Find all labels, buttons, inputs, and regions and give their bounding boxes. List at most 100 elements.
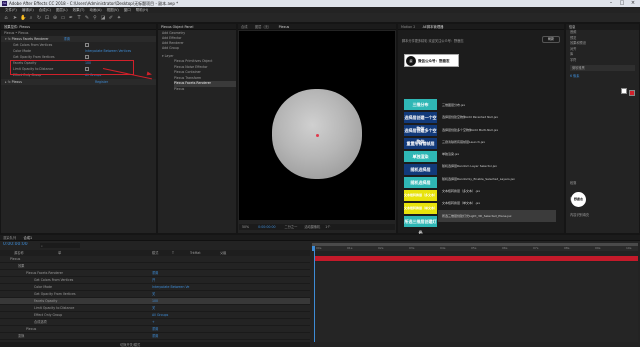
selection-tool-icon[interactable]: ➤	[12, 15, 18, 21]
current-time-indicator[interactable]	[314, 246, 315, 342]
hand-tool-icon[interactable]: ✋	[20, 15, 26, 21]
viewer-canvas[interactable]	[239, 31, 395, 220]
stroke-color-swatch[interactable]	[629, 90, 635, 96]
tab-layer-none[interactable]: 图层（无）	[252, 24, 274, 30]
checkbox-icon[interactable]	[85, 55, 89, 59]
script-button-8[interactable]: 文本框转换层（多文本）	[404, 190, 437, 201]
maximize-icon[interactable]: □	[617, 0, 627, 7]
script-file-item[interactable]: 三维图层分布.jsx	[438, 99, 556, 111]
effect-prop-label: Color Mode	[13, 49, 32, 53]
layer-duration-bar[interactable]	[314, 256, 638, 261]
timeline-timecode[interactable]: 0:00:00:00	[3, 242, 28, 247]
font-family-field[interactable]: 微软雅黑	[570, 65, 635, 71]
timeline-row-value[interactable]: Interpolate Between Ve	[152, 284, 189, 290]
fill-color-swatch[interactable]	[621, 88, 627, 94]
timeline-row[interactable]: 合成选项 +	[0, 319, 310, 326]
viewer-timecode[interactable]: 0:00:00:00	[258, 225, 275, 229]
script-file-item[interactable]: 三键清除所有错帧层Launch.jsx	[438, 136, 556, 148]
timeline-row[interactable]: Plexus	[0, 256, 310, 263]
script-file-item[interactable]: 单独渲染.jsx	[438, 148, 556, 160]
script-button-5[interactable]: 单独渲染	[404, 151, 437, 162]
timeline-row[interactable]: 变换 重置	[0, 333, 310, 340]
timeline-row[interactable]: Get Opacity From Vertices 关	[0, 291, 310, 298]
pen-tool-icon[interactable]: ✒	[68, 15, 74, 21]
script-file-item[interactable]: 文本框转换层（单文本）.jsx	[438, 197, 556, 209]
stamp-tool-icon[interactable]: ⚲	[92, 15, 98, 21]
effect-reset-link[interactable]: 重置	[64, 37, 70, 41]
timeline-row-value[interactable]: 重置	[152, 270, 158, 276]
timeline-row[interactable]: Plexus 重置	[0, 326, 310, 333]
script-button-1[interactable]: 三维分布	[404, 99, 437, 110]
timeline-row-value[interactable]: 重置	[152, 333, 158, 339]
tab-motion2[interactable]: Motion 2	[398, 24, 418, 30]
script-file-item[interactable]: 随机选择层Randomly_Enable_Selected_Layers.jsx	[438, 173, 556, 185]
action-add-group[interactable]: Add Group	[162, 46, 236, 51]
script-button-2[interactable]: 选择层创建一个空物体	[404, 112, 437, 131]
font-size-field[interactable]: 6 像素	[570, 73, 600, 79]
timeline-row-value[interactable]: 关	[152, 291, 155, 297]
camera-tool-icon[interactable]: ⊡	[44, 15, 50, 21]
script-file-item[interactable]: 选择层创建多个空物体Add Multi-Null.jsx	[438, 124, 556, 136]
script-file-item[interactable]: 所选三维层创建灯光Light_3D_Selected_Plane.jsx	[438, 209, 556, 222]
search-icon: ⌕	[41, 244, 43, 248]
viewer-zoom[interactable]: 50%	[242, 225, 249, 229]
rectangle-tool-icon[interactable]: ▭	[60, 15, 66, 21]
timeline-row[interactable]: Color Mode Interpolate Between Ve	[0, 284, 310, 291]
eraser-tool-icon[interactable]: ◪	[100, 15, 106, 21]
zoom-tool-icon[interactable]: ⌕	[28, 15, 34, 21]
tab-composition[interactable]: 合成	[238, 24, 251, 30]
timeline-row[interactable]: 效果	[0, 263, 310, 270]
tab-plexus-object-panel[interactable]: Plexus Object Panel	[158, 24, 196, 30]
viewer-views[interactable]: 1个	[325, 225, 330, 229]
timeline-row-value[interactable]: 100	[152, 298, 158, 304]
timeline-row[interactable]: Get Colors From Vertices 开	[0, 277, 310, 284]
plexus-effect-row[interactable]: ▸ fx Plexus Register	[1, 79, 156, 85]
script-button-4[interactable]: 重置所有错帧层	[404, 138, 437, 149]
script-file-item[interactable]: 文本框转换层（多文本）.jsx	[438, 185, 556, 197]
highlight-annotation-box	[10, 60, 134, 75]
checkbox-icon[interactable]	[85, 43, 89, 47]
timeline-row-value[interactable]: All Groups	[152, 312, 168, 318]
timeline-row[interactable]: Facets Opacity 100	[0, 298, 310, 305]
close-icon[interactable]: ×	[628, 0, 638, 7]
timeline-row[interactable]: Effect Only Group All Groups	[0, 312, 310, 319]
tab-plexus-comp[interactable]: Plexus	[276, 24, 293, 30]
tab-render-queue[interactable]: 渲染队列	[0, 235, 19, 241]
home-icon[interactable]: ⌂	[3, 15, 9, 21]
tree-item-plexus[interactable]: Plexus	[174, 87, 236, 93]
pan-behind-icon[interactable]: ⊕	[52, 15, 58, 21]
layer-tree: Plexus Primitives Object Plexus Noise Eff…	[158, 59, 236, 92]
viewer-quality[interactable]: 二分之一	[285, 225, 298, 229]
plexus-register-link[interactable]: Register	[95, 79, 108, 85]
timeline-row-value[interactable]: 重置	[152, 326, 158, 332]
script-file-item[interactable]: 选择层创建空物体Add Parented Null.jsx	[438, 111, 556, 123]
timeline-search-field[interactable]: ⌕	[40, 243, 80, 248]
roto-brush-icon[interactable]: ✐	[108, 15, 114, 21]
tab-script-manager[interactable]: AE脚本管理器	[420, 24, 447, 30]
right-panel-item[interactable]: 字符	[570, 58, 639, 64]
tab-comp1[interactable]: 合成1	[20, 235, 35, 241]
timeline-row-value[interactable]: 开	[152, 277, 155, 283]
script-button-6[interactable]: 随机选择层	[404, 164, 437, 175]
right-panel-extra-item[interactable]: 内容识别填充	[570, 212, 638, 218]
script-button-9[interactable]: 文本框转换层（单文本）	[404, 203, 437, 214]
time-ruler[interactable]: 00s 01s 02s 03s 04s 05s 06s 07s 08s 09s 10s	[312, 246, 638, 251]
brush-tool-icon[interactable]: ✎	[84, 15, 90, 21]
script-button-10[interactable]: 所选三维层创建灯光	[404, 216, 437, 235]
expand-arrow-icon[interactable]: ▾ fx	[5, 37, 12, 41]
script-button-7[interactable]: 随机选择层	[404, 177, 437, 188]
text-tool-icon[interactable]: T	[76, 15, 82, 21]
puppet-tool-icon[interactable]: ✦	[116, 15, 122, 21]
viewer-camera[interactable]: 活动摄像机	[304, 225, 320, 229]
timeline-row[interactable]: Limit Opacity to Distance 关	[0, 305, 310, 312]
rotate-tool-icon[interactable]: ↻	[36, 15, 42, 21]
right-panel-extra-item[interactable]: 段落	[570, 180, 638, 186]
timeline-row-value[interactable]: +	[152, 319, 155, 325]
timeline-row[interactable]: Plexus Facets Renderer 重置	[0, 270, 310, 277]
minimize-icon[interactable]: –	[606, 0, 616, 7]
timeline-row-value[interactable]: 关	[152, 305, 155, 311]
script-file-item[interactable]: 随机选择层Random Layer Selector.jsx	[438, 160, 556, 172]
refresh-button[interactable]: 刷新	[542, 36, 560, 43]
toggle-switches-label[interactable]: 切换开关/模式	[120, 343, 140, 347]
script-button-3[interactable]: 选择层创建多个空物体	[404, 125, 437, 144]
